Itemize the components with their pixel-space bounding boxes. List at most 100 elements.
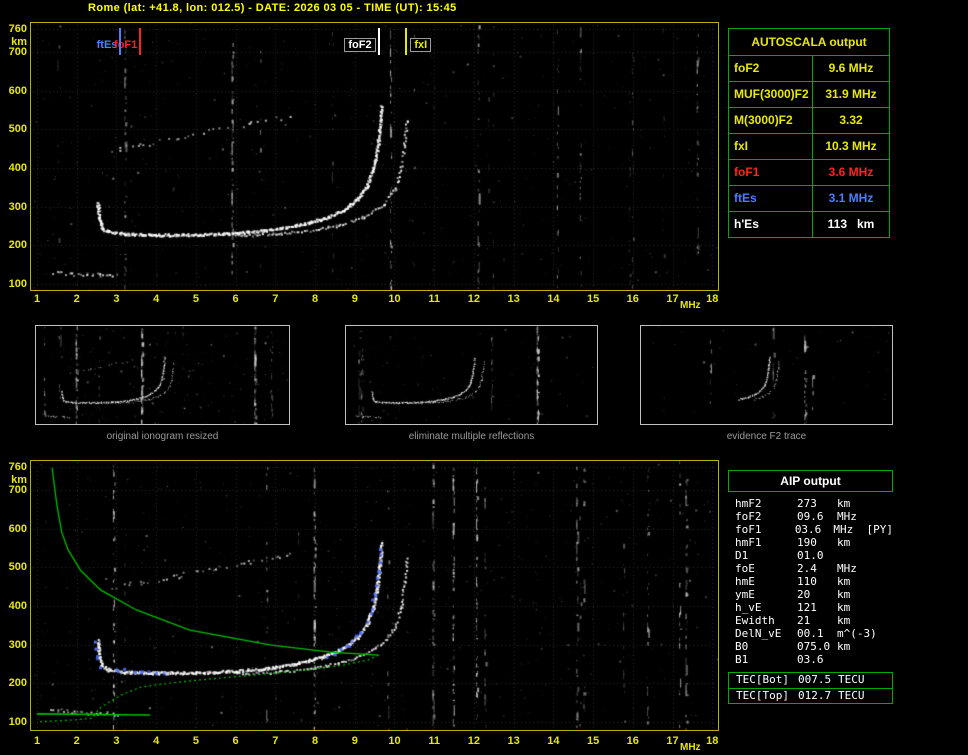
aip-parameter-name: foF1: [735, 523, 762, 536]
aip-parameter-name: hmF2: [735, 497, 762, 510]
x-tick-label: 8: [311, 293, 319, 305]
aip-parameter-unit: km: [837, 640, 851, 653]
aip-parameter-name: DelN_vE: [735, 627, 782, 640]
autoscala-row-value: 3.1 MHz: [828, 191, 874, 205]
aip-parameter-line: ymE 20 km: [728, 588, 893, 601]
x-tick-label: 13: [507, 735, 520, 747]
y-tick-label: 300: [8, 638, 27, 651]
x-tick-label: 14: [547, 293, 560, 305]
aip-parameter-name: hmF1: [735, 536, 762, 549]
aip-parameter-unit: km: [837, 601, 851, 614]
y-tick-label: 600: [8, 84, 27, 97]
x-tick-label: 13: [507, 293, 520, 305]
x-tick-label: 6: [232, 293, 239, 305]
autoscala-row-value: 3.32: [839, 113, 863, 127]
y-tick-label: 600: [8, 522, 27, 535]
table-row: foF2 9.6 MHz: [729, 55, 889, 81]
y-axis-unit-label: km: [11, 474, 27, 486]
x-tick-label: 3: [113, 293, 120, 305]
tec-row: TEC[Top] 012.7 TECU: [729, 688, 892, 703]
x-tick-label: 6: [232, 735, 239, 747]
aip-parameter-line: D1 01.0: [728, 549, 893, 562]
autoscala-row-value: 9.6 MHz: [828, 61, 874, 75]
aip-parameter-value: 01.0: [797, 549, 824, 562]
thumbnail-original-canvas: [36, 326, 289, 424]
autoscala-row-label: foF1: [729, 160, 813, 185]
thumbnail-eliminate-multiples: [345, 325, 598, 425]
aip-parameter-unit: m^(-3): [837, 627, 877, 640]
aip-parameter-name: D1: [735, 549, 749, 562]
aip-parameter-name: B0: [735, 640, 749, 653]
autoscala-table-rows: foF2 9.6 MHz MUF(3000)F2 31.9 MHz M(3000)F2 3…: [729, 55, 889, 237]
x-tick-label: 11: [428, 293, 440, 305]
aip-parameter-unit: MHz: [837, 562, 857, 575]
aip-parameter-value: 190: [797, 536, 817, 549]
x-tick-label: 11: [428, 735, 440, 747]
y-tick-label: 100: [8, 716, 27, 729]
aip-parameter-unit: MHz [PY]: [833, 523, 893, 536]
table-row: h'Es 113 km: [729, 211, 889, 237]
aip-parameter-value: 075.0: [797, 640, 831, 653]
caption-evidence-f2: evidence F2 trace: [726, 431, 807, 442]
marker-fof2-label: foF2: [344, 38, 376, 52]
aip-parameter-value: 03.6: [794, 523, 822, 536]
tec-name: TEC[Top]: [736, 689, 789, 702]
y-tick-label: 500: [8, 561, 27, 574]
x-tick-label: 5: [192, 735, 199, 747]
autoscala-row-label: M(3000)F2: [729, 108, 813, 133]
autoscala-table-header: AUTOSCALA output: [751, 35, 867, 49]
autoscala-row-label: h'Es: [729, 212, 813, 237]
aip-parameter-line: hmF2 273 km: [728, 497, 893, 510]
marker-fof2-line: [377, 28, 380, 55]
aip-parameter-unit: km: [837, 614, 851, 627]
aip-parameter-line: B0 075.0 km: [728, 640, 893, 653]
aip-parameter-name: h_vE: [735, 601, 762, 614]
marker-fxi-label: fxI: [410, 38, 432, 52]
table-row: MUF(3000)F2 31.9 MHz: [729, 81, 889, 107]
aip-parameter-line: foE 2.4 MHz: [728, 562, 893, 575]
aip-parameter-list: hmF2 273 km foF2 09.6 MHz foF1 03.6 MHz [PY] hmF1…: [728, 497, 893, 666]
x-tick-label: 3: [113, 735, 120, 747]
tec-row: TEC[Bot] 007.5 TECU: [729, 673, 892, 688]
x-axis-unit-label: MHz: [680, 300, 701, 311]
x-tick-label: 4: [153, 293, 160, 305]
autoscala-row-value: 113 km: [827, 217, 875, 231]
autoscala-row-value: 10.3 MHz: [825, 139, 877, 153]
tec-unit: TECU: [838, 689, 865, 702]
x-tick-label: 14: [547, 735, 560, 747]
table-row: M(3000)F2 3.32: [729, 107, 889, 133]
aip-panel-header: AIP output: [728, 470, 893, 492]
aip-output-panel: AIP output hmF2 273 km foF2 09.6 MHz foF1 03.6 M…: [728, 470, 893, 704]
x-tick-label: 1: [33, 293, 41, 305]
autoscala-row-value: 3.6 MHz: [828, 165, 874, 179]
x-tick-label: 7: [272, 293, 279, 305]
aip-parameter-line: DelN_vE 00.1 m^(-3): [728, 627, 893, 640]
tec-value: 012.7: [798, 689, 832, 702]
marker-fof1-line: [139, 28, 142, 55]
x-tick-label: 16: [626, 735, 639, 747]
autoscala-row-label: foF2: [729, 56, 813, 81]
y-tick-label: 500: [8, 123, 27, 136]
aip-parameter-value: 09.6: [797, 510, 824, 523]
tec-unit: TECU: [838, 673, 865, 686]
table-row: fxI 10.3 MHz: [729, 133, 889, 159]
autoscala-output-table: AUTOSCALA output foF2 9.6 MHz MUF(3000)F2 3…: [728, 28, 890, 238]
y-tick-label: 760: [8, 461, 27, 473]
x-tick-label: 9: [351, 293, 358, 305]
y-tick-label: 400: [8, 600, 27, 613]
aip-parameter-value: 20: [797, 588, 811, 601]
aip-parameter-line: Ewidth 21 km: [728, 614, 893, 627]
aip-parameter-name: foF2: [735, 510, 762, 523]
page-title: Rome (lat: +41.8, lon: 012.5) - DATE: 20…: [88, 2, 457, 14]
x-tick-label: 15: [586, 293, 600, 305]
autoscala-screen: Rome (lat: +41.8, lon: 012.5) - DATE: 20…: [0, 0, 968, 755]
caption-eliminate-multiples: eliminate multiple reflections: [408, 431, 535, 442]
aip-parameter-value: 21: [797, 614, 811, 627]
aip-parameter-name: foE: [735, 562, 755, 575]
top-ionogram-canvas: [31, 23, 718, 290]
aip-parameter-value: 00.1: [797, 627, 824, 640]
aip-parameter-unit: km: [837, 536, 851, 549]
marker-fof1-label: foF1: [114, 39, 138, 51]
aip-parameter-value: 03.6: [797, 653, 824, 666]
aip-parameter-unit: MHz: [837, 510, 857, 523]
